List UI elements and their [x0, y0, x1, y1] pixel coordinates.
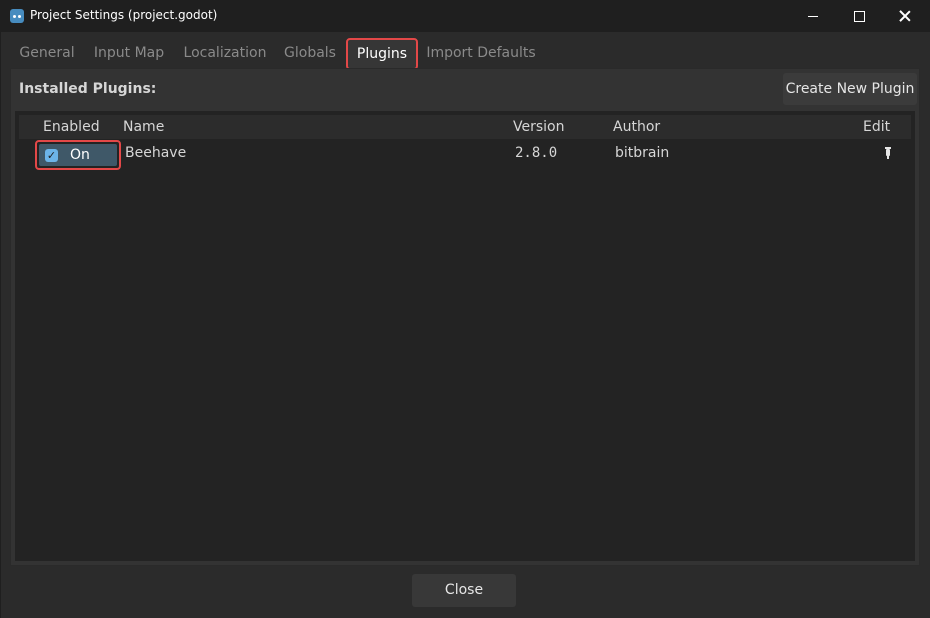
tab-general[interactable]: General: [10, 38, 84, 68]
tab-globals[interactable]: Globals: [280, 38, 340, 68]
column-name[interactable]: Name: [123, 119, 164, 135]
tab-localization[interactable]: Localization: [178, 38, 272, 68]
column-author[interactable]: Author: [613, 119, 660, 135]
close-icon: [899, 10, 911, 22]
enabled-state-label: On: [70, 147, 90, 163]
create-new-plugin-button[interactable]: Create New Plugin: [783, 73, 917, 105]
maximize-button[interactable]: [836, 0, 882, 32]
godot-icon: [10, 9, 24, 23]
minimize-icon: [808, 15, 818, 17]
window-edge: [0, 32, 1, 618]
plugin-enabled-toggle[interactable]: ✓ On: [35, 140, 121, 170]
window-title: Project Settings (project.godot): [30, 8, 218, 22]
plugins-table: Enabled Name Version Author Edit ✓ On Be…: [15, 111, 915, 561]
plugin-version: 2.8.0: [515, 145, 558, 161]
checked-checkbox-icon[interactable]: ✓: [45, 149, 58, 162]
plugin-author: bitbrain: [615, 145, 670, 161]
table-row[interactable]: ✓ On Beehave 2.8.0 bitbrain: [19, 140, 911, 170]
table-header: Enabled Name Version Author Edit: [19, 115, 911, 139]
installed-plugins-label: Installed Plugins:: [19, 81, 157, 97]
close-button[interactable]: Close: [412, 574, 516, 607]
plugin-name: Beehave: [125, 145, 187, 161]
plugins-panel: Installed Plugins: Create New Plugin Ena…: [10, 68, 920, 566]
close-window-button[interactable]: [882, 0, 928, 32]
tab-import-defaults[interactable]: Import Defaults: [424, 38, 538, 68]
minimize-button[interactable]: [790, 0, 836, 32]
settings-tabs: General Input Map Localization Globals P…: [10, 38, 920, 70]
project-settings-window: Project Settings (project.godot) General…: [0, 0, 930, 618]
column-enabled[interactable]: Enabled: [43, 119, 100, 135]
tab-plugins[interactable]: Plugins: [346, 38, 418, 70]
maximize-icon: [853, 10, 865, 22]
tab-input-map[interactable]: Input Map: [88, 38, 170, 68]
edit-pen-icon[interactable]: [885, 147, 891, 159]
column-edit[interactable]: Edit: [863, 119, 890, 135]
column-version[interactable]: Version: [513, 119, 564, 135]
title-bar: Project Settings (project.godot): [0, 0, 930, 32]
